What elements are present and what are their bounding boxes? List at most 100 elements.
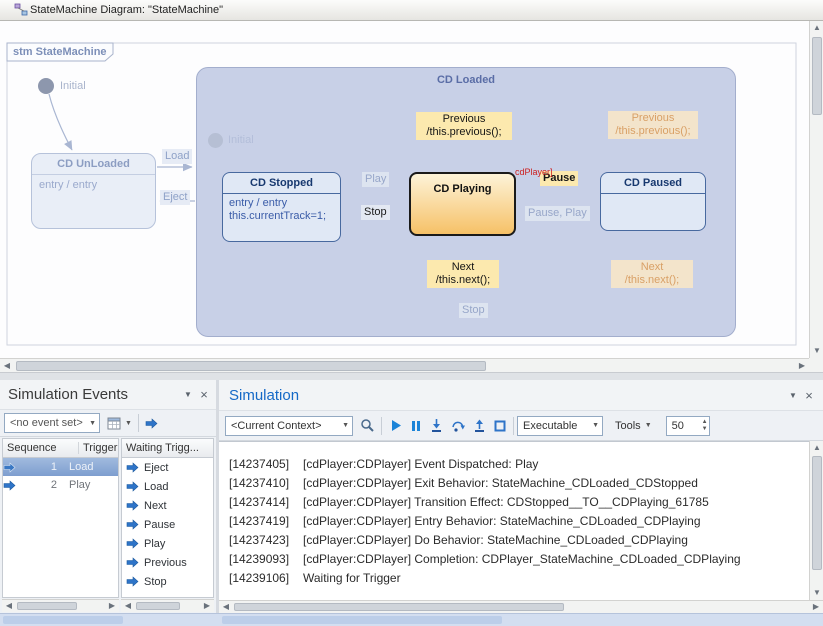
scroll-corner [809,358,823,372]
scroll-left-icon[interactable]: ◀ [219,600,233,614]
scroll-up-icon[interactable]: ▲ [810,441,823,455]
sequence-row[interactable]: 2 Play [3,476,118,494]
context-value: <Current Context> [231,420,338,432]
state-cd-unloaded-entry: entry / entry [32,175,155,195]
bottom-edge-strip [0,613,823,626]
scroll-right-icon[interactable]: ▶ [200,599,214,613]
transition-label-next-faded[interactable]: Next /this.next(); [611,260,693,288]
scroll-left-icon[interactable]: ◀ [2,599,16,613]
scroll-up-icon[interactable]: ▲ [810,21,823,35]
horizontal-splitter[interactable] [0,372,823,380]
state-cd-playing-title: CD Playing [411,174,514,195]
scroll-right-icon[interactable]: ▶ [795,359,809,373]
waiting-trigger-item[interactable]: Previous [122,553,213,572]
log-vscrollbar: ▲ ▼ [809,441,823,600]
blue-arrow-icon [126,500,139,511]
waiting-trigger-item[interactable]: Play [122,534,213,553]
transition-label-previous-faded[interactable]: Previous /this.previous(); [608,111,698,139]
spinner-down-icon[interactable]: ▼ [702,426,708,433]
transition-label-eject[interactable]: Eject [160,190,190,205]
waiting-trigger-item[interactable]: Pause [122,515,213,534]
scroll-down-icon[interactable]: ▼ [810,586,823,600]
ea-window: StateMachine Diagram: "StateMachine" [0,0,823,626]
hscroll-thumb[interactable] [234,603,564,611]
col-waiting[interactable]: Waiting Trigg... [122,442,199,454]
run-button[interactable] [385,415,406,437]
waiting-trigger-item[interactable]: Load [122,477,213,496]
sequence-row[interactable]: 1 Load [3,458,118,476]
initial-node[interactable] [38,78,54,94]
step-into-button[interactable] [426,415,447,437]
vscroll-thumb[interactable] [812,456,822,570]
next-faded-trigger: Next [614,261,690,274]
tools-label: Tools [615,420,641,432]
fire-trigger-button[interactable] [142,412,161,434]
state-cd-paused[interactable]: CD Paused [600,172,706,231]
simulation-log[interactable]: [14237405] [cdPlayer:CDPlayer] Event Dis… [219,441,809,600]
event-set-grid-button[interactable]: ▼ [104,412,135,434]
simulation-close-icon[interactable]: × [801,388,817,403]
chevron-down-icon: ▼ [592,422,599,429]
mode-dropdown[interactable]: Executable ▼ [517,416,603,436]
step-over-button[interactable] [447,415,469,437]
scroll-down-icon[interactable]: ▼ [810,344,823,358]
blue-arrow-icon [3,480,29,491]
transition-label-stop[interactable]: Stop [361,205,390,220]
waiting-trigger-item[interactable]: Stop [122,572,213,591]
inner-initial-node[interactable] [208,133,223,148]
hscroll-thumb[interactable] [17,602,77,610]
hscroll-thumb[interactable] [16,361,486,371]
transition-label-pause-play[interactable]: Pause, Play [525,206,590,221]
transition-label-previous[interactable]: Previous /this.previous(); [416,112,512,140]
stop-button[interactable] [490,415,510,437]
transition-label-stop-faded[interactable]: Stop [459,303,488,318]
step-out-button[interactable] [469,415,490,437]
waiting-trigger-item[interactable]: Next [122,496,213,515]
scroll-right-icon[interactable]: ▶ [105,599,119,613]
sequence-number: 2 [29,479,63,491]
diagram-hscrollbar: ◀ ▶ [0,358,809,372]
diagram-title: StateMachine Diagram: "StateMachine" [30,4,223,16]
blue-arrow-icon [126,576,139,587]
waiting-trigger-label: Eject [139,462,168,474]
simulation-panel-title: Simulation [229,387,299,404]
transition-label-play[interactable]: Play [362,172,389,187]
events-menu-icon[interactable]: ▼ [180,390,196,399]
mode-value: Executable [523,420,588,432]
search-button[interactable] [357,415,378,437]
hscroll-thumb[interactable] [136,602,180,610]
scroll-left-icon[interactable]: ◀ [121,599,135,613]
events-close-icon[interactable]: × [196,387,212,402]
state-cd-playing[interactable]: CD Playing [409,172,516,236]
event-set-value: <no event set> [10,417,85,429]
vscroll-thumb[interactable] [812,37,822,115]
speed-spinner[interactable]: 50 ▲ ▼ [666,416,710,436]
bottom-scroll-thumb[interactable] [3,616,123,624]
spinner-up-icon[interactable]: ▲ [702,419,708,426]
col-sequence[interactable]: Sequence [3,442,79,454]
previous-effect: /this.previous(); [419,126,509,139]
blue-arrow-icon [126,481,139,492]
context-dropdown[interactable]: <Current Context> ▼ [225,416,353,436]
col-trigger[interactable]: Trigger [79,442,117,454]
pause-button[interactable] [406,415,426,437]
scroll-right-icon[interactable]: ▶ [809,600,823,614]
scroll-left-icon[interactable]: ◀ [0,359,14,373]
log-timestamp: [14237410] [219,476,303,490]
tools-button[interactable]: Tools ▼ [609,415,658,437]
log-hscrollbar: ◀ ▶ [219,600,823,613]
waiting-trigger-item[interactable]: Eject [122,458,213,477]
simulation-menu-icon[interactable]: ▼ [785,391,801,400]
diagram-canvas[interactable]: stm StateMachine Initial CD UnLoaded ent… [0,21,809,358]
state-cd-stopped[interactable]: CD Stopped entry / entry this.currentTra… [222,172,341,242]
log-message: [cdPlayer:CDPlayer] Do Behavior: StateMa… [303,533,688,547]
transition-label-load[interactable]: Load [162,149,192,164]
event-set-dropdown[interactable]: <no event set> ▼ [4,413,100,433]
state-cd-unloaded[interactable]: CD UnLoaded entry / entry [31,153,156,229]
simulation-panel: Simulation ▼ × <Current Context> ▼ [219,380,823,613]
chevron-down-icon: ▼ [89,420,96,427]
log-message: [cdPlayer:CDPlayer] Event Dispatched: Pl… [303,457,538,471]
waiting-trigger-label: Play [139,538,165,550]
bottom-scroll-thumb[interactable] [222,616,502,624]
transition-label-next[interactable]: Next /this.next(); [427,260,499,288]
